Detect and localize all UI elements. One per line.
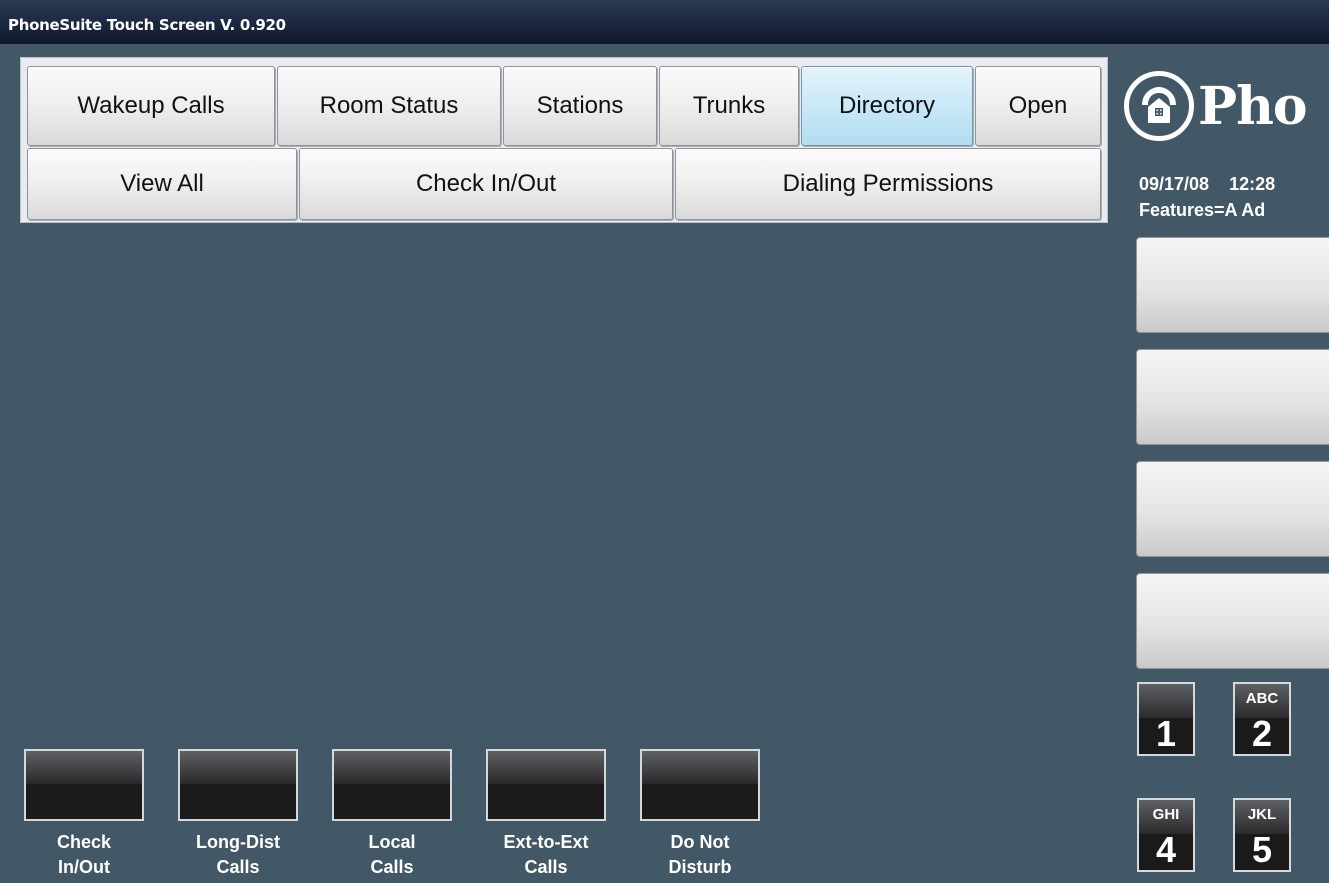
- tab-trunks[interactable]: Trunks: [659, 66, 799, 146]
- do-not-disturb-feature-button[interactable]: [640, 749, 760, 821]
- feature-label-ext-to-ext-calls: Ext-to-Ext Calls: [503, 832, 589, 877]
- ext-to-ext-calls-feature-button[interactable]: [486, 749, 606, 821]
- check-in-out-feature-button[interactable]: [24, 749, 144, 821]
- logo-text: Pho: [1198, 75, 1308, 137]
- key-letters: GHI: [1152, 806, 1180, 823]
- feature-label-local-calls: Local Calls: [368, 832, 416, 877]
- keypad-key-1[interactable]: 1: [1137, 682, 1195, 756]
- date-text: 09/17/08: [1139, 174, 1210, 194]
- key-digit: 4: [1155, 829, 1177, 870]
- tab-view-all[interactable]: View All: [27, 148, 297, 220]
- feature-label-do-not-disturb: Do Not Disturb: [668, 832, 732, 877]
- right-button-2[interactable]: [1136, 349, 1329, 445]
- key-digit: 5: [1251, 829, 1273, 870]
- local-calls-feature-button[interactable]: [332, 749, 452, 821]
- time-text: 12:28: [1229, 174, 1276, 194]
- key-digit: 2: [1251, 713, 1273, 754]
- key-letters: JKL: [1247, 806, 1277, 823]
- tab-directory[interactable]: Directory: [801, 66, 973, 146]
- phone-house-icon: [1124, 71, 1194, 141]
- keypad-key-2[interactable]: ABC 2: [1233, 682, 1291, 756]
- phonesuite-logo: Pho: [1124, 66, 1308, 146]
- key-letters: ABC: [1245, 690, 1279, 707]
- window-title: PhoneSuite Touch Screen V. 0.920: [8, 16, 286, 34]
- feature-label-check-in-out: Check In/Out: [56, 832, 112, 877]
- features-text: Features=A Ad: [1139, 200, 1266, 220]
- tab-dialing-permissions[interactable]: Dialing Permissions: [675, 148, 1101, 220]
- right-button-4[interactable]: [1136, 573, 1329, 669]
- right-button-3[interactable]: [1136, 461, 1329, 557]
- keypad-key-5[interactable]: JKL 5: [1233, 798, 1291, 872]
- tab-stations[interactable]: Stations: [503, 66, 657, 146]
- feature-label-long-dist-calls: Long-Dist Calls: [196, 832, 280, 877]
- tab-check-in-out[interactable]: Check In/Out: [299, 148, 673, 220]
- tab-wakeup-calls[interactable]: Wakeup Calls: [27, 66, 275, 146]
- tabs-panel: Wakeup Calls Room Status Stations Trunks…: [20, 57, 1108, 223]
- key-digit: 1: [1155, 713, 1177, 754]
- keypad-key-4[interactable]: GHI 4: [1137, 798, 1195, 872]
- title-bar: PhoneSuite Touch Screen V. 0.920: [0, 0, 1329, 44]
- right-button-1[interactable]: [1136, 237, 1329, 333]
- datetime-line: 09/17/08 12:28: [1139, 174, 1275, 195]
- tab-room-status[interactable]: Room Status: [277, 66, 501, 146]
- long-dist-calls-feature-button[interactable]: [178, 749, 298, 821]
- tab-open[interactable]: Open: [975, 66, 1101, 146]
